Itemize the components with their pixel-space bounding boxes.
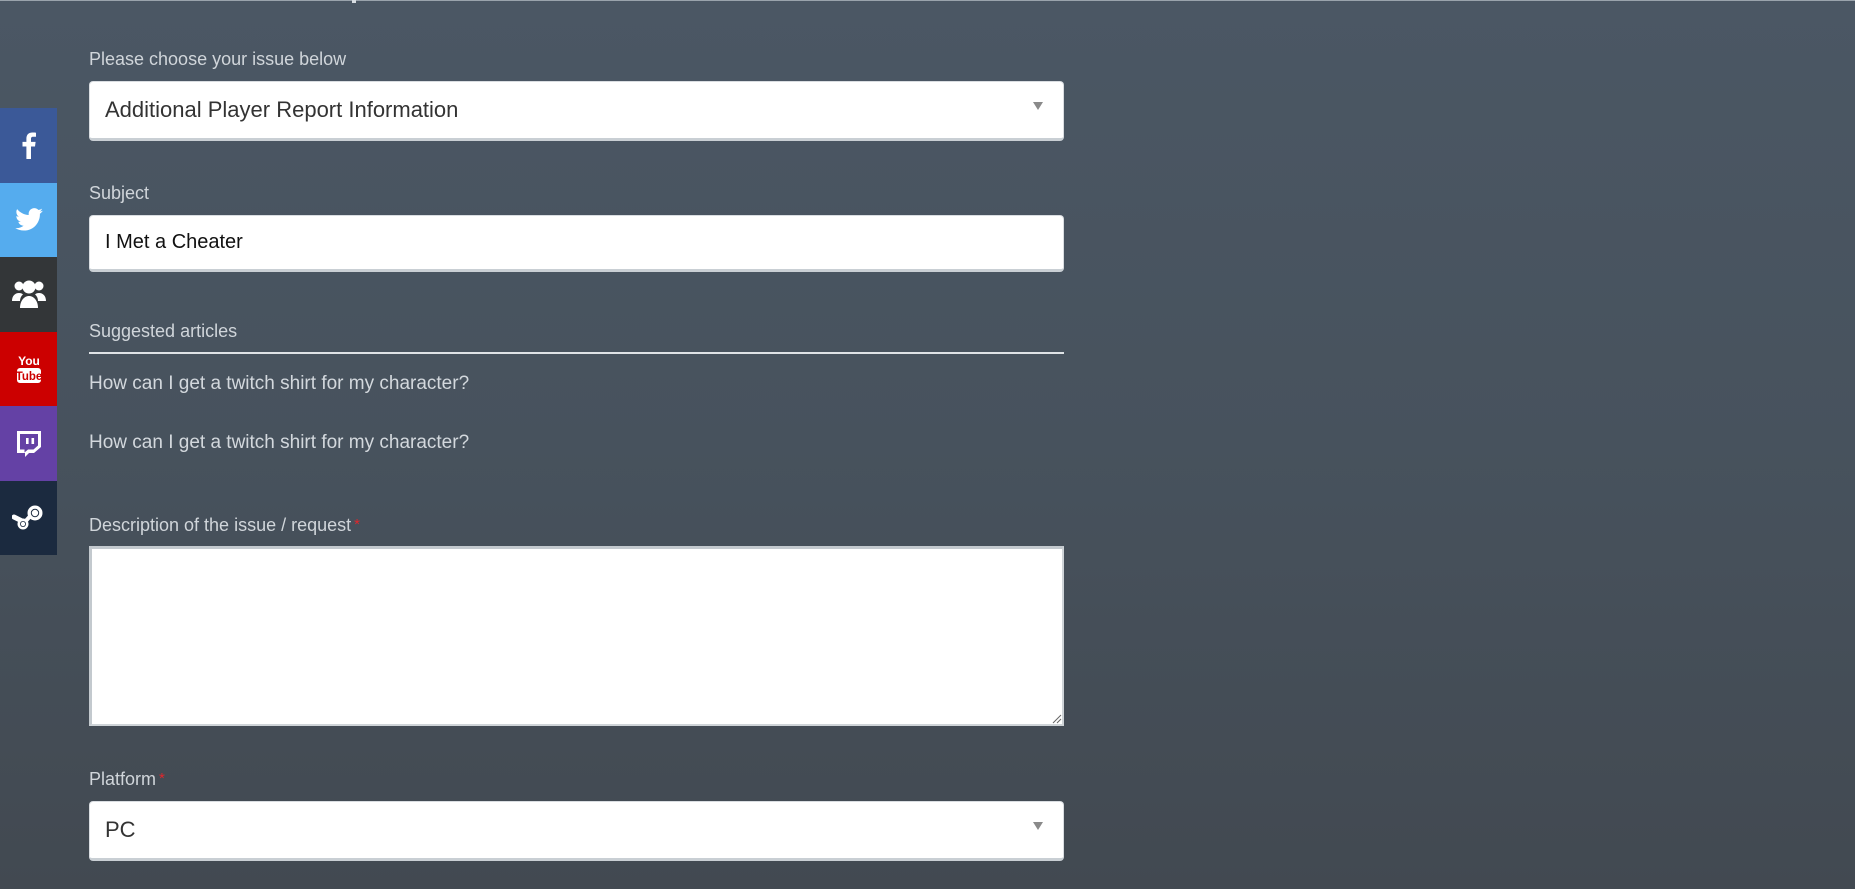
platform-label-text: Platform xyxy=(89,769,157,789)
description-textarea[interactable] xyxy=(89,546,1064,726)
community-icon xyxy=(11,280,46,309)
youtube-icon: You Tube xyxy=(16,354,42,383)
description-label: Description of the issue / request * xyxy=(89,514,360,536)
issue-label: Please choose your issue below xyxy=(89,49,347,69)
social-steam-button[interactable] xyxy=(0,480,57,555)
social-share-bar: You Tube xyxy=(0,108,57,555)
suggested-article-link[interactable]: How can I get a twitch shirt for my char… xyxy=(89,372,469,396)
social-twitter-button[interactable] xyxy=(0,182,57,257)
required-indicator: * xyxy=(159,770,165,787)
chevron-down-icon xyxy=(1033,102,1043,110)
clipped-heading-fragment xyxy=(352,0,356,3)
svg-text:Tube: Tube xyxy=(16,371,42,383)
twitter-icon xyxy=(14,208,43,231)
subject-input[interactable]: I Met a Cheater xyxy=(89,215,1064,272)
resize-handle-icon[interactable] xyxy=(1050,712,1062,724)
platform-label: Platform * xyxy=(89,768,165,790)
platform-select-value: PC xyxy=(105,817,136,842)
social-youtube-button[interactable]: You Tube xyxy=(0,331,57,406)
facebook-icon xyxy=(22,132,36,159)
page-top-edge xyxy=(0,0,1855,1)
steam-icon xyxy=(11,505,42,530)
twitch-icon xyxy=(16,431,41,458)
suggested-articles-divider xyxy=(89,352,1064,354)
social-twitch-button[interactable] xyxy=(0,406,57,481)
subject-input-value: I Met a Cheater xyxy=(105,231,243,253)
chevron-down-icon xyxy=(1033,822,1043,830)
suggested-article-link[interactable]: How can I get a twitch shirt for my char… xyxy=(89,431,469,455)
subject-label: Subject xyxy=(89,183,150,203)
description-label-text: Description of the issue / request xyxy=(89,515,352,535)
svg-text:You: You xyxy=(18,354,40,368)
issue-select-value: Additional Player Report Information xyxy=(105,97,459,122)
platform-select[interactable]: PC xyxy=(89,801,1064,861)
issue-select[interactable]: Additional Player Report Information xyxy=(89,81,1064,141)
social-community-button[interactable] xyxy=(0,257,57,332)
suggested-articles-heading: Suggested articles xyxy=(89,321,238,341)
required-indicator: * xyxy=(354,516,360,533)
social-facebook-button[interactable] xyxy=(0,108,57,183)
